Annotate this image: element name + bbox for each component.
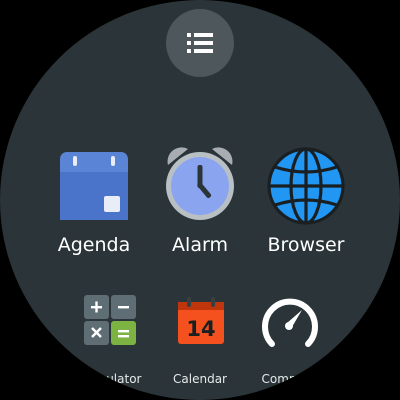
app-calculator-label: Calculator bbox=[80, 372, 142, 386]
calendar-date-text: 14 bbox=[186, 317, 215, 341]
calculator-icon bbox=[84, 295, 136, 345]
globe-icon bbox=[267, 147, 345, 225]
app-alarm-label: Alarm bbox=[172, 234, 228, 256]
watch-screen: Agenda Alarm Browser Calculator 14 Calen… bbox=[0, 0, 400, 400]
app-compass-label: Compass bbox=[261, 372, 317, 386]
app-agenda-label: Agenda bbox=[57, 234, 131, 256]
alarm-clock-icon bbox=[166, 147, 234, 220]
list-icon bbox=[187, 33, 213, 53]
app-browser-label: Browser bbox=[267, 234, 345, 256]
speedometer-icon bbox=[262, 298, 318, 347]
agenda-icon bbox=[60, 152, 128, 220]
app-list-button[interactable] bbox=[166, 9, 234, 77]
app-calendar-label: Calendar bbox=[173, 372, 227, 386]
calendar-icon: 14 bbox=[178, 297, 224, 344]
